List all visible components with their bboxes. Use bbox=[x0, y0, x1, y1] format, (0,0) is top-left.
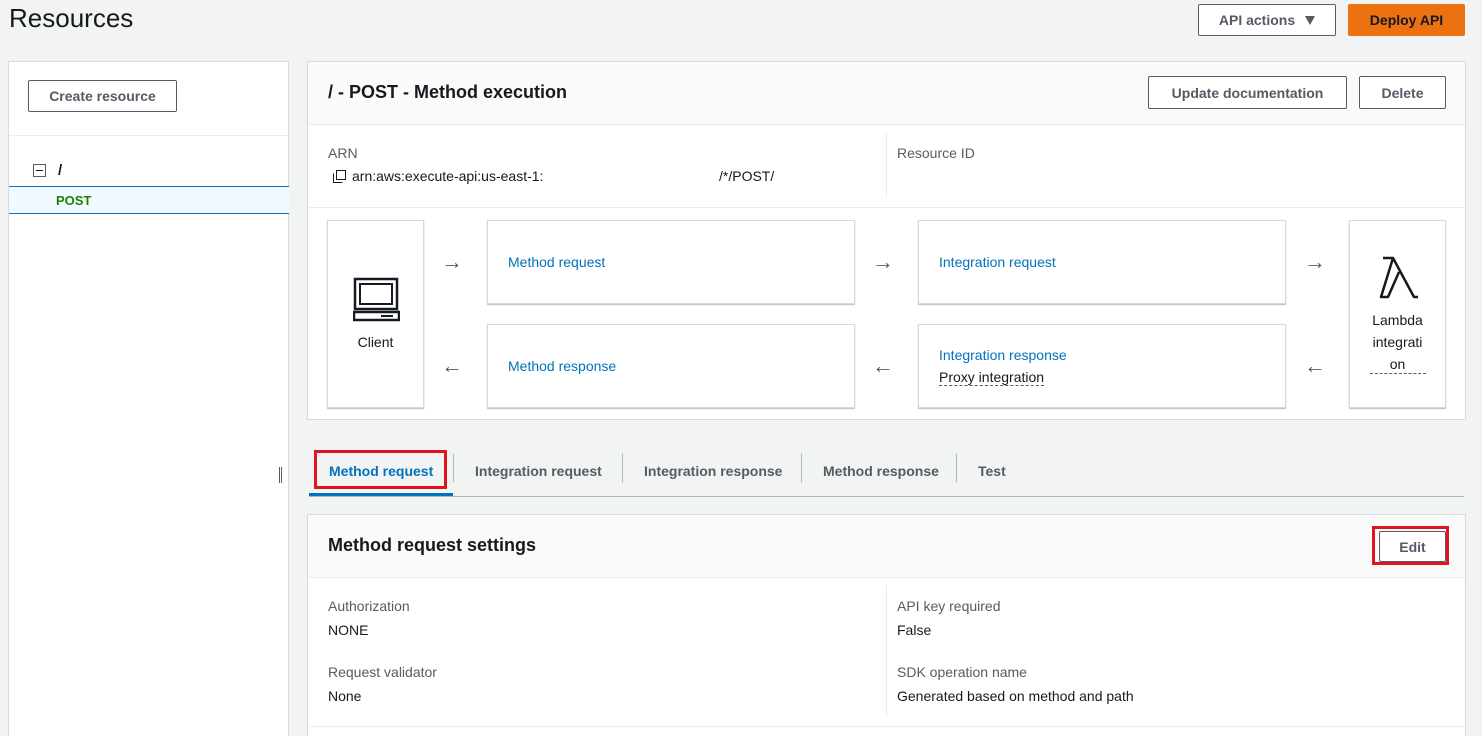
integration-response-link[interactable]: Integration response bbox=[939, 347, 1067, 363]
method-execution-title: / - POST - Method execution bbox=[328, 82, 568, 102]
caret-down-icon bbox=[1305, 15, 1316, 25]
panel-resize-handle[interactable] bbox=[279, 467, 282, 483]
method-request-settings-panel: Method request settings Edit Authorizati… bbox=[307, 514, 1466, 736]
method-request-box[interactable]: Method request bbox=[487, 220, 855, 304]
integration-request-link[interactable]: Integration request bbox=[939, 254, 1056, 270]
arrow-left-icon: ← bbox=[1304, 353, 1326, 378]
authorization-value: NONE bbox=[328, 622, 369, 638]
api-key-label: API key required bbox=[897, 598, 1001, 614]
highlight-box-method-request-tab bbox=[314, 450, 447, 489]
lambda-label-line2: integrati bbox=[1372, 334, 1423, 350]
arrow-right-icon: → bbox=[1304, 249, 1326, 274]
method-request-link[interactable]: Method request bbox=[508, 254, 605, 270]
tab-test[interactable]: Test bbox=[978, 448, 1006, 494]
copy-icon[interactable] bbox=[333, 170, 346, 183]
arn-label: ARN bbox=[328, 145, 358, 161]
update-documentation-button[interactable]: Update documentation bbox=[1148, 76, 1347, 109]
arn-value-prefix: arn:aws:execute-api:us-east-1: bbox=[352, 168, 544, 184]
arn-separator bbox=[886, 132, 887, 198]
settings-title: Method request settings bbox=[328, 535, 537, 555]
arrow-right-icon: → bbox=[872, 249, 894, 274]
deploy-api-button[interactable]: Deploy API bbox=[1348, 4, 1465, 36]
client-label: Client bbox=[357, 334, 394, 350]
highlight-box-edit-button bbox=[1372, 526, 1449, 565]
tree-root-label: / bbox=[58, 162, 63, 179]
tree-root-item[interactable]: / bbox=[33, 162, 62, 179]
api-key-value: False bbox=[897, 622, 932, 638]
resource-tree-panel: Create resource / POST bbox=[8, 61, 289, 736]
settings-bottom-divider bbox=[308, 726, 1465, 727]
tab-integration-request[interactable]: Integration request bbox=[475, 448, 602, 494]
tab-separator bbox=[801, 454, 802, 482]
tab-integration-response[interactable]: Integration response bbox=[644, 448, 782, 494]
lambda-dashed-underline bbox=[1370, 373, 1426, 374]
tree-item-post[interactable]: POST bbox=[9, 186, 289, 214]
tab-separator bbox=[622, 454, 623, 482]
settings-column-separator bbox=[886, 585, 887, 717]
tab-separator bbox=[453, 454, 454, 482]
sdk-operation-label: SDK operation name bbox=[897, 664, 1027, 680]
proxy-integration-label: Proxy integration bbox=[939, 369, 1045, 386]
delete-button[interactable]: Delete bbox=[1359, 76, 1446, 109]
method-response-box[interactable]: Method response bbox=[487, 324, 855, 408]
lambda-integration-box[interactable]: Lambda integrati on bbox=[1349, 220, 1446, 408]
left-panel-divider bbox=[9, 135, 288, 136]
tab-separator bbox=[956, 454, 957, 482]
active-tab-underline bbox=[309, 493, 453, 496]
tree-item-post-label: POST bbox=[56, 193, 92, 208]
lambda-label-line3: on bbox=[1389, 356, 1406, 372]
arrow-right-icon: → bbox=[441, 249, 463, 274]
api-actions-dropdown[interactable]: API actions bbox=[1198, 4, 1336, 36]
laptop-icon bbox=[353, 277, 400, 322]
details-divider bbox=[308, 207, 1465, 208]
integration-request-box[interactable]: Integration request bbox=[918, 220, 1286, 304]
integration-response-box[interactable]: Integration response Proxy integration bbox=[918, 324, 1286, 408]
tab-method-response[interactable]: Method response bbox=[823, 448, 939, 494]
api-actions-label: API actions bbox=[1218, 12, 1296, 28]
client-box: Client bbox=[327, 220, 424, 408]
arrow-left-icon: ← bbox=[441, 353, 463, 378]
sdk-operation-value: Generated based on method and path bbox=[897, 688, 1134, 704]
method-execution-header: / - POST - Method execution Update docum… bbox=[308, 62, 1465, 125]
lambda-icon bbox=[1379, 256, 1418, 299]
request-validator-label: Request validator bbox=[328, 664, 437, 680]
method-execution-panel: / - POST - Method execution Update docum… bbox=[307, 61, 1466, 420]
method-tabs: Method request Integration request Integ… bbox=[309, 448, 1464, 497]
page-title: Resources bbox=[9, 3, 134, 33]
arn-value-suffix: /*/POST/ bbox=[719, 168, 775, 184]
arrow-left-icon: ← bbox=[872, 353, 894, 378]
request-validator-value: None bbox=[328, 688, 362, 704]
resource-id-label: Resource ID bbox=[897, 145, 975, 161]
settings-header: Method request settings Edit bbox=[308, 515, 1465, 578]
method-response-link[interactable]: Method response bbox=[508, 358, 616, 374]
create-resource-button[interactable]: Create resource bbox=[28, 80, 177, 112]
lambda-label-line1: Lambda bbox=[1372, 312, 1423, 328]
authorization-label: Authorization bbox=[328, 598, 410, 614]
collapse-icon[interactable] bbox=[33, 164, 46, 177]
